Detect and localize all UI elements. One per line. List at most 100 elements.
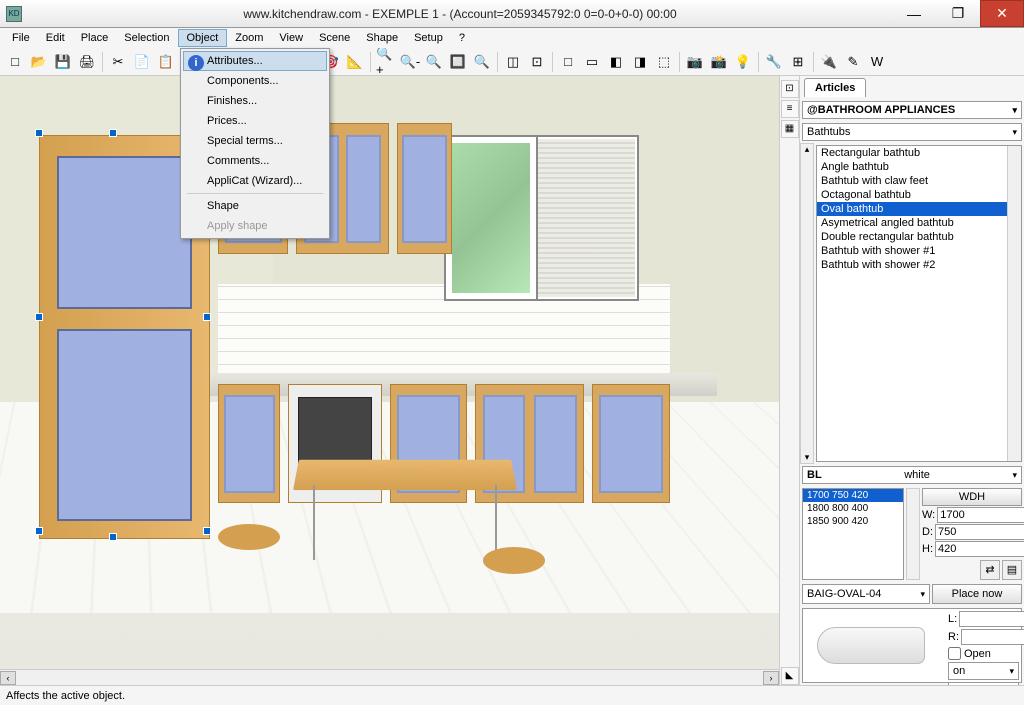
color-combo[interactable]: BL white ▾ [802,466,1022,484]
toolbar-button-27[interactable]: 📸 [708,51,730,73]
selection-handle[interactable] [35,313,43,321]
toolbar-button-3[interactable]: 🖨 [76,51,98,73]
toolbar-button-15[interactable]: 🔍- [399,51,421,73]
toolbar-button-21[interactable]: □ [557,51,579,73]
list-vscroll-left[interactable]: ▴ ▾ [800,143,814,464]
menu-selection[interactable]: Selection [116,30,177,46]
menu-help[interactable]: ? [451,30,473,46]
dimension-item[interactable]: 1700 750 420 [803,489,903,502]
category-combo[interactable]: Bathtubs ▾ [802,123,1022,141]
swap-icon[interactable]: ⇄ [980,560,1000,580]
dimension-item[interactable]: 1850 900 420 [803,515,903,528]
toolbar-button-20[interactable]: ⊡ [526,51,548,73]
selection-handle[interactable] [109,533,117,541]
article-item[interactable]: Octagonal bathtub [817,188,1021,202]
toolbar-button-1[interactable]: 📂 [28,51,50,73]
toolbar-button-17[interactable]: 🔲 [447,51,469,73]
toolbar-button-32[interactable]: ✎ [842,51,864,73]
reference-combo[interactable]: BAIG-OVAL-04 ▾ [802,584,930,604]
wdh-button[interactable]: WDH [922,488,1022,506]
article-item[interactable]: Angle bathtub [817,160,1021,174]
article-item[interactable]: Bathtub with shower #1 [817,244,1021,258]
list-icon[interactable]: ▤ [1002,560,1022,580]
3d-viewport[interactable] [0,76,779,669]
toolbar-button-29[interactable]: 🔧 [763,51,785,73]
menu-zoom[interactable]: Zoom [227,30,271,46]
menu-attributes[interactable]: i Attributes... [183,51,327,71]
article-item[interactable]: Oval bathtub [817,202,1021,216]
scroll-left-button[interactable]: ‹ [0,671,16,685]
menu-file[interactable]: File [4,30,38,46]
menu-finishes[interactable]: Finishes... [183,91,327,111]
selection-handle[interactable] [203,527,211,535]
menu-view[interactable]: View [271,30,311,46]
toolbar-button-30[interactable]: ⊞ [787,51,809,73]
selection-handle[interactable] [35,129,43,137]
catalog-combo[interactable]: @BATHROOM APPLIANCES ▾ [802,101,1022,119]
scroll-down-icon[interactable]: ▾ [801,452,813,463]
article-item[interactable]: Double rectangular bathtub [817,230,1021,244]
h-input[interactable] [935,541,1024,557]
toolbar-button-23[interactable]: ◧ [605,51,627,73]
dimensions-list[interactable]: 1700 750 4201800 800 4001850 900 420 [802,488,904,580]
w-input[interactable] [937,507,1024,523]
open-checkbox-row[interactable]: Open [948,647,1019,660]
minimize-button[interactable]: — [892,0,936,27]
toolbar-button-33[interactable]: W [866,51,888,73]
toolbar-button-24[interactable]: ◨ [629,51,651,73]
tab-articles[interactable]: Articles [804,78,866,97]
horizontal-scrollbar[interactable]: ‹ › [0,669,779,685]
toolbar-button-25[interactable]: ⬚ [653,51,675,73]
open-checkbox[interactable] [948,647,961,660]
menu-shape[interactable]: Shape [358,30,406,46]
r-input[interactable] [961,629,1024,645]
toolbar-button-14[interactable]: 🔍+ [375,51,397,73]
preview-3d[interactable] [803,609,946,682]
menu-special-terms[interactable]: Special terms... [183,131,327,151]
menu-components[interactable]: Components... [183,71,327,91]
floor-icon[interactable]: ▦ [781,120,799,138]
toolbar-button-6[interactable]: 📋 [155,51,177,73]
menu-place[interactable]: Place [73,30,117,46]
layer-icon[interactable]: ≡ [781,100,799,118]
angle-icon[interactable]: ◣ [781,667,799,685]
article-item[interactable]: Rectangular bathtub [817,146,1021,160]
toolbar-button-28[interactable]: 💡 [732,51,754,73]
article-item[interactable]: Bathtub with shower #2 [817,258,1021,272]
selection-handle[interactable] [203,313,211,321]
toolbar-button-2[interactable]: 💾 [52,51,74,73]
menu-edit[interactable]: Edit [38,30,73,46]
l-input[interactable] [959,611,1024,627]
menu-object[interactable]: Object [178,29,228,47]
place-now-button[interactable]: Place now [932,584,1022,604]
article-item[interactable]: Asymetrical angled bathtub [817,216,1021,230]
articles-list[interactable]: Rectangular bathtubAngle bathtubBathtub … [816,145,1022,462]
menu-shape-item[interactable]: Shape [183,196,327,216]
toolbar-button-16[interactable]: 🔍 [423,51,445,73]
on-combo[interactable]: on ▾ [948,662,1019,680]
d-input[interactable] [935,524,1024,540]
scroll-right-button[interactable]: › [763,671,779,685]
toolbar-button-13[interactable]: 📐 [344,51,366,73]
toolbar-button-26[interactable]: 📷 [684,51,706,73]
menu-applicat[interactable]: AppliCat (Wizard)... [183,171,327,191]
dimension-item[interactable]: 1800 800 400 [803,502,903,515]
fit-icon[interactable]: ⊡ [781,80,799,98]
toolbar-button-4[interactable]: ✂ [107,51,129,73]
scroll-up-icon[interactable]: ▴ [801,144,813,155]
list-vscroll-right[interactable] [1007,146,1021,461]
menu-scene[interactable]: Scene [311,30,358,46]
toolbar-button-31[interactable]: 🔌 [818,51,840,73]
selection-handle[interactable] [109,129,117,137]
toolbar-button-22[interactable]: ▭ [581,51,603,73]
selection-handle[interactable] [35,527,43,535]
close-button[interactable]: ✕ [980,0,1024,27]
menu-setup[interactable]: Setup [406,30,451,46]
toolbar-button-0[interactable]: □ [4,51,26,73]
menu-prices[interactable]: Prices... [183,111,327,131]
toolbar-button-5[interactable]: 📄 [131,51,153,73]
menu-comments[interactable]: Comments... [183,151,327,171]
article-item[interactable]: Bathtub with claw feet [817,174,1021,188]
dim-vscroll[interactable] [906,488,920,580]
toolbar-button-18[interactable]: 🔍 [471,51,493,73]
